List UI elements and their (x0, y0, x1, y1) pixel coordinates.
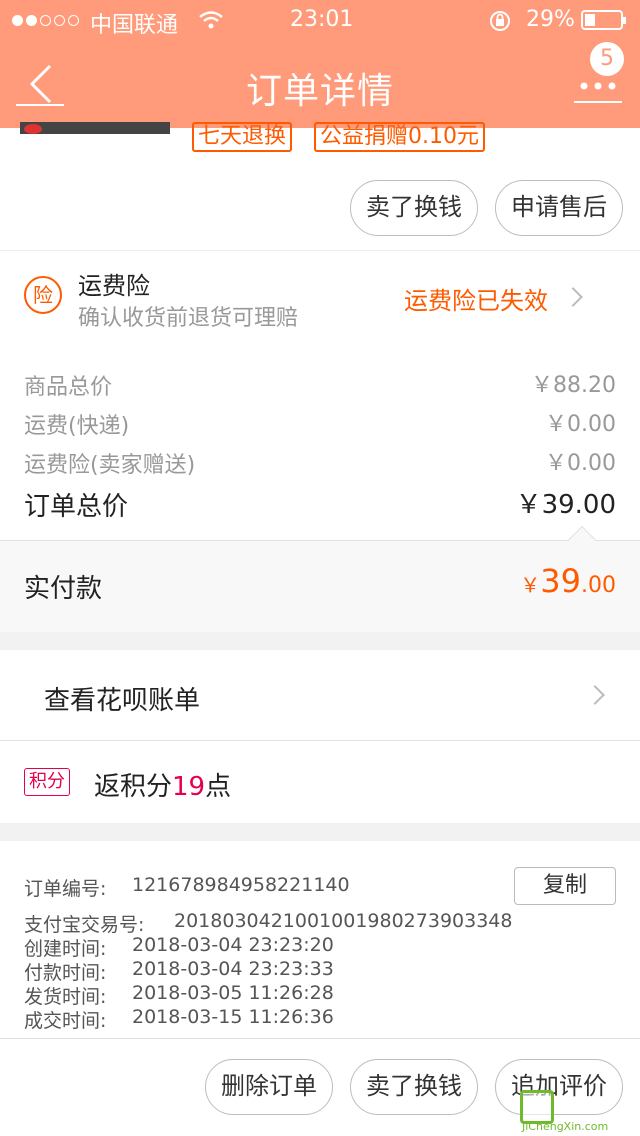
completed-time-value: 2018-03-15 11:26:36 (132, 1006, 334, 1028)
shipping-value: ￥0.00 (545, 412, 616, 437)
order-number-label: 订单编号: (24, 878, 107, 900)
order-total-label: 订单总价 (24, 492, 129, 522)
battery-icon (581, 10, 626, 30)
product-thumbnail[interactable] (20, 122, 170, 134)
paid-time-label: 付款时间: (24, 962, 107, 984)
watermark-logo (520, 1090, 554, 1124)
after-sales-button[interactable]: 申请售后 (495, 180, 623, 236)
product-section: 七天退换 公益捐赠0.10元 卖了换钱 申请售后 (0, 122, 640, 250)
signal-dots-icon (12, 7, 82, 32)
huabei-label[interactable]: 查看花呗账单 (44, 680, 200, 717)
alipay-trade-label: 支付宝交易号: (24, 914, 145, 936)
paid-amount: ￥39.00 (500, 562, 616, 600)
orientation-lock-icon (490, 11, 510, 31)
navigation-bar: 中国联通 23:01 29% 订单详情 5 (0, 0, 640, 128)
insurance-icon: 险 (24, 276, 62, 314)
sell-for-cash-button[interactable]: 卖了换钱 (350, 1059, 478, 1115)
paid-decimal: .00 (581, 573, 616, 598)
shipping-label: 运费(快递) (24, 414, 130, 439)
paid-integer: 39 (540, 562, 581, 600)
order-total-value: ￥39.00 (515, 490, 616, 520)
insurance-status[interactable]: 运费险已失效 (404, 281, 548, 316)
add-review-button[interactable]: 追加评价 (495, 1059, 623, 1115)
created-time-value: 2018-03-04 23:23:20 (132, 934, 334, 956)
paid-label: 实付款 (24, 574, 103, 604)
wifi-icon (199, 11, 223, 29)
paid-currency: ￥ (520, 573, 541, 597)
shipped-time-label: 发货时间: (24, 986, 107, 1008)
sell-for-cash-button[interactable]: 卖了换钱 (350, 180, 478, 236)
status-bar: 中国联通 23:01 29% (0, 0, 640, 40)
store-logo-icon (24, 124, 42, 134)
shipped-time-value: 2018-03-05 11:26:28 (132, 982, 334, 1004)
shipping-insurance-label: 运费险(卖家赠送) (24, 453, 196, 478)
clock-time: 23:01 (290, 7, 354, 32)
copy-button[interactable]: 复制 (514, 867, 616, 905)
insurance-title: 运费险 (78, 272, 150, 300)
subtotal-label: 商品总价 (24, 375, 113, 400)
subtotal-value: ￥88.20 (531, 373, 616, 398)
return-policy-tag: 七天退换 (192, 122, 293, 152)
completed-time-label: 成交时间: (24, 1010, 107, 1032)
delete-order-button[interactable]: 删除订单 (205, 1059, 333, 1115)
paid-time-value: 2018-03-04 23:23:33 (132, 958, 334, 980)
shipping-insurance-value: ￥0.00 (545, 451, 616, 476)
alipay-trade-value: 2018030421001001980273903348 (174, 910, 513, 932)
page-title: 订单详情 (245, 71, 394, 112)
insurance-desc: 确认收货前退货可理赔 (78, 306, 299, 331)
battery-percent: 29% (526, 7, 575, 32)
created-time-label: 创建时间: (24, 938, 107, 960)
points-badge: 积分 (24, 768, 70, 796)
watermark-text: JiChengXin.com (522, 1120, 609, 1133)
points-suffix: 点 (205, 772, 232, 802)
carrier-label: 中国联通 (90, 13, 179, 38)
charity-tag: 公益捐赠0.10元 (314, 122, 485, 152)
points-prefix: 返积分 (94, 772, 173, 802)
order-number-value: 121678984958221140 (132, 874, 350, 896)
points-text: 返积分19点 (94, 766, 231, 803)
points-value: 19 (172, 772, 206, 802)
message-count-badge: 5 (590, 42, 624, 76)
